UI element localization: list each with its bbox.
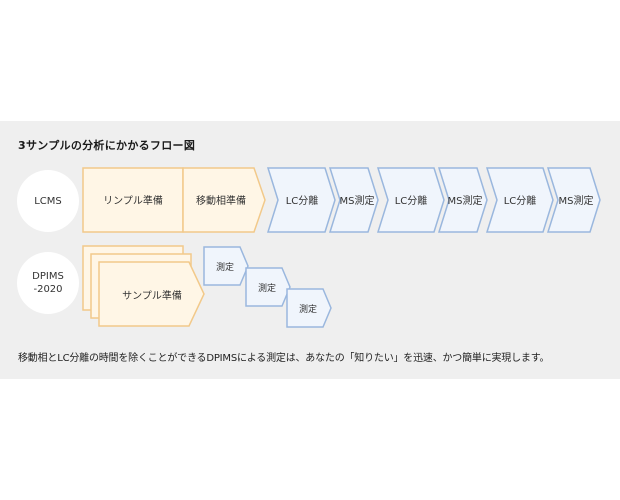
dpims-step-measure-2: 測定 — [245, 267, 291, 307]
lcms-step-label: LC分離 — [395, 194, 428, 207]
dpims-measure-label: 測定 — [258, 282, 276, 294]
dpims-measure-label: 測定 — [216, 261, 234, 273]
dpims-step-sample-prep: サンプル準備 — [98, 261, 205, 327]
lcms-flow: リンプル準備 移動相準備 LC分離 MS測定 LC分離 MS測定 LC分離 MS… — [82, 167, 601, 233]
lcms-step-label: LC分離 — [504, 194, 537, 207]
dpims-step-measure-3: 測定 — [286, 288, 332, 328]
dpims-step-measure-1: 測定 — [203, 246, 249, 286]
lcms-step-lc-separation-3: LC分離 — [485, 167, 554, 233]
lcms-step-mobile-phase-prep: 移動相準備 — [182, 167, 266, 233]
lcms-step-label: 移動相準備 — [196, 194, 246, 207]
lcms-step-ms-measure-2: MS測定 — [437, 167, 488, 233]
lcms-step-ms-measure-1: MS測定 — [328, 167, 379, 233]
lcms-step-label: MS測定 — [340, 194, 375, 207]
lcms-step-label: LC分離 — [286, 194, 319, 207]
lcms-step-lc-separation-1: LC分離 — [266, 167, 336, 233]
flow-diagram: リンプル準備 移動相準備 LC分離 MS測定 LC分離 MS測定 LC分離 MS… — [82, 167, 601, 328]
lcms-step-lc-separation-2: LC分離 — [376, 167, 445, 233]
lcms-step-ms-measure-3: MS測定 — [546, 167, 601, 233]
diagram-caption: 移動相とLC分離の時間を除くことができるDPIMSによる測定は、あなたの「知りた… — [18, 353, 550, 364]
dpims-flow: サンプル準備 測定 測定 測定 — [82, 245, 332, 328]
lcms-step-label: MS測定 — [559, 194, 594, 207]
lcms-step-sample-prep: リンプル準備 — [82, 167, 184, 233]
lcms-step-label: リンプル準備 — [103, 194, 163, 207]
dpims-measure-label: 測定 — [299, 303, 317, 315]
dpims-prep-label: サンプル準備 — [122, 289, 182, 302]
lcms-step-label: MS測定 — [448, 194, 483, 207]
